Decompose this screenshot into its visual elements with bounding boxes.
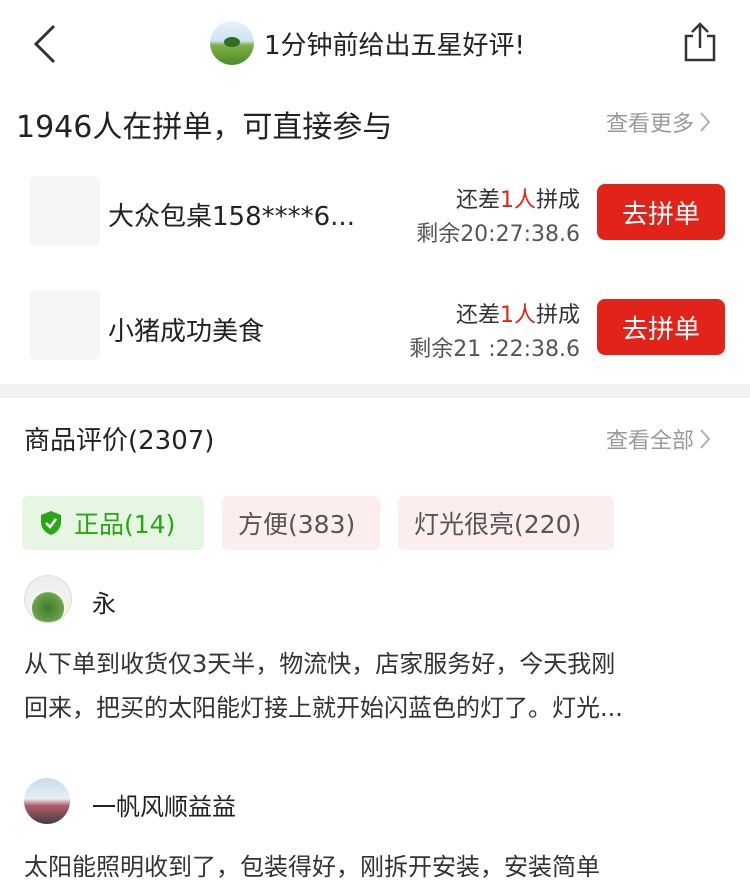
review-tag-label: 灯光很亮(220)	[414, 510, 582, 539]
chevron-right-icon	[700, 429, 711, 449]
review-notice: 1分钟前给出五星好评!	[210, 20, 525, 66]
review-text: 太阳能照明收到了，包装得好，刚拆开安装，安装简单	[24, 845, 744, 889]
chevron-left-icon	[33, 24, 56, 64]
missing-prefix: 还差	[455, 303, 500, 328]
share-button[interactable]	[680, 20, 720, 64]
time-remaining: 剩余20:27:38.6	[416, 222, 580, 247]
reviewer-avatar	[24, 778, 70, 824]
review-tag-label: 方便(383)	[238, 510, 356, 539]
missing-suffix: 拼成	[535, 303, 580, 328]
share-icon	[684, 22, 716, 62]
view-all-label: 查看全部	[606, 429, 695, 454]
group-leader-name: 大众包桌158****6...	[108, 202, 355, 232]
reviewer-name: 永	[92, 590, 116, 618]
join-group-button[interactable]: 去拼单	[597, 299, 725, 355]
missing-number: 1人	[499, 188, 536, 213]
review-tag-bright-light[interactable]: 灯光很亮(220)	[398, 496, 614, 550]
group-leader-name: 小猪成功美食	[108, 317, 265, 347]
back-button[interactable]	[28, 22, 64, 66]
review-tag-genuine[interactable]: 正品(14)	[22, 496, 204, 550]
avatar	[30, 176, 100, 246]
missing-prefix: 还差	[455, 188, 500, 213]
view-more-link[interactable]: 查看更多	[606, 106, 712, 138]
avatar	[30, 290, 100, 360]
review-text-line: 从下单到收货仅3天半，物流快，店家服务好，今天我刚	[24, 650, 616, 678]
top-bar: 1分钟前给出五星好评!	[0, 0, 750, 88]
time-remaining: 剩余21 :22:38.6	[409, 337, 580, 362]
shield-check-icon	[41, 511, 61, 535]
chevron-right-icon	[700, 112, 711, 132]
missing-count: 还差1人拼成	[400, 182, 580, 214]
missing-number: 1人	[499, 303, 536, 328]
reviews-title: 商品评价(2307)	[24, 426, 215, 456]
missing-suffix: 拼成	[535, 188, 580, 213]
view-all-reviews-link[interactable]: 查看全部	[606, 423, 712, 455]
review-tag-label: 正品(14)	[74, 510, 176, 539]
section-divider	[0, 384, 750, 398]
missing-count: 还差1人拼成	[400, 297, 580, 329]
notice-text: 1分钟前给出五星好评!	[264, 30, 525, 61]
group-buy-title: 1946人在拼单，可直接参与	[16, 110, 393, 145]
review-text: 从下单到收货仅3天半，物流快，店家服务好，今天我刚 回来，把买的太阳能灯接上就开…	[24, 642, 744, 730]
reviewer-name: 一帆风顺益益	[92, 793, 236, 821]
view-more-label: 查看更多	[606, 112, 695, 137]
review-text-line: 太阳能照明收到了，包装得好，刚拆开安装，安装简单	[24, 853, 600, 881]
join-group-button[interactable]: 去拼单	[597, 184, 725, 240]
review-tag-convenient[interactable]: 方便(383)	[222, 496, 380, 550]
reviewer-avatar	[24, 575, 72, 623]
avatar	[210, 21, 254, 65]
review-text-line: 回来，把买的太阳能灯接上就开始闪蓝色的灯了。灯光...	[24, 694, 623, 722]
